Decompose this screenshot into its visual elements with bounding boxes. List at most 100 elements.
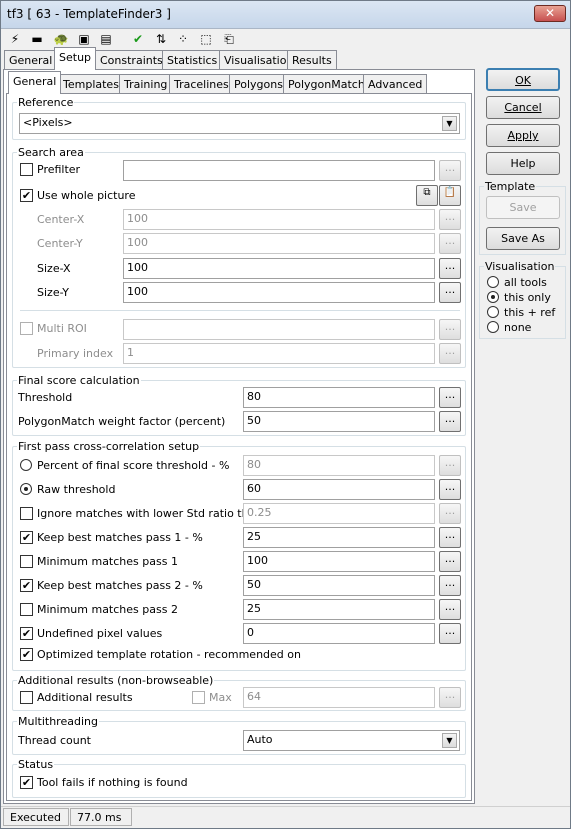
sort-icon[interactable]: ⇅ xyxy=(151,29,171,49)
cancel-button[interactable]: Cancel xyxy=(486,96,560,119)
size-x-field[interactable]: 100 xyxy=(123,258,435,279)
tab-statistics[interactable]: Statistics xyxy=(162,50,223,70)
raw-threshold-button[interactable]: ... xyxy=(439,479,461,500)
dropdown-arrow-icon: ▼ xyxy=(442,733,457,748)
min-matches-1-label: Minimum matches pass 1 xyxy=(37,555,178,568)
min-matches-1-field[interactable]: 100 xyxy=(243,551,435,572)
subtab-polygons[interactable]: Polygons xyxy=(229,74,288,94)
raw-threshold-radio[interactable] xyxy=(20,483,32,495)
prefilter-checkbox[interactable] xyxy=(20,163,33,176)
undefined-pixel-button[interactable]: ... xyxy=(439,623,461,644)
center-y-field[interactable]: 100 xyxy=(123,233,435,254)
console-icon[interactable]: ▣ xyxy=(74,29,94,49)
points-icon[interactable]: ⁘ xyxy=(173,29,193,49)
paste-icon[interactable]: 📋 xyxy=(439,185,461,206)
size-y-field[interactable]: 100 xyxy=(123,282,435,303)
keep-best-1-button[interactable]: ... xyxy=(439,527,461,548)
center-y-label: Center-Y xyxy=(37,237,83,250)
min-matches-1-checkbox[interactable] xyxy=(20,555,33,568)
center-x-label: Center-X xyxy=(37,213,85,226)
keep-best-1-checkbox[interactable]: ✔ xyxy=(20,531,33,544)
tab-constraints[interactable]: Constraints xyxy=(95,50,168,70)
roi-icon[interactable]: ⬚ xyxy=(196,29,216,49)
percent-final-field[interactable]: 80 xyxy=(243,455,435,476)
subtab-advanced[interactable]: Advanced xyxy=(363,74,428,94)
size-x-button[interactable]: ... xyxy=(439,258,461,279)
subtab-tracelines[interactable]: Tracelines xyxy=(169,74,234,94)
ignore-std-field[interactable]: 0.25 xyxy=(243,503,435,524)
divider xyxy=(20,310,460,311)
thread-count-select[interactable]: Auto ▼ xyxy=(243,730,460,751)
link-icon[interactable]: ▬ xyxy=(27,29,47,49)
vis-this-ref-label: this + ref xyxy=(504,306,556,319)
center-x-button[interactable]: ... xyxy=(439,209,461,230)
copy-icon[interactable]: ⧉ xyxy=(416,185,438,206)
thread-count-value: Auto xyxy=(247,733,273,746)
tab-general[interactable]: General xyxy=(4,50,58,70)
subtab-general[interactable]: General xyxy=(8,71,62,94)
subtab-polygonmatch[interactable]: PolygonMatch xyxy=(283,74,370,94)
prefilter-browse-button[interactable]: ... xyxy=(439,160,461,181)
multi-roi-field[interactable] xyxy=(123,319,435,340)
reference-select[interactable]: <Pixels> ▼ xyxy=(19,113,460,134)
threshold-button[interactable]: ... xyxy=(439,387,461,408)
export-icon[interactable]: ⎗ xyxy=(219,29,239,49)
additional-results-checkbox[interactable] xyxy=(20,691,33,704)
fail-if-nothing-label: Tool fails if nothing is found xyxy=(37,776,188,789)
use-whole-picture-label: Use whole picture xyxy=(37,189,136,202)
help-button[interactable]: Help xyxy=(486,152,560,175)
center-x-field[interactable]: 100 xyxy=(123,209,435,230)
multi-roi-checkbox[interactable] xyxy=(20,322,33,335)
max-field[interactable]: 64 xyxy=(243,687,435,708)
ignore-std-button[interactable]: ... xyxy=(439,503,461,524)
template-save-as-button[interactable]: Save As xyxy=(486,227,560,250)
min-matches-2-checkbox[interactable] xyxy=(20,603,33,616)
vis-none-radio[interactable] xyxy=(487,321,499,333)
prefilter-field[interactable] xyxy=(123,160,435,181)
raw-threshold-field[interactable]: 60 xyxy=(243,479,435,500)
min-matches-1-button[interactable]: ... xyxy=(439,551,461,572)
fail-if-nothing-checkbox[interactable]: ✔ xyxy=(20,776,33,789)
max-checkbox[interactable] xyxy=(192,691,205,704)
keep-best-2-button[interactable]: ... xyxy=(439,575,461,596)
keep-best-2-checkbox[interactable]: ✔ xyxy=(20,579,33,592)
turtle-icon[interactable]: 🐢 xyxy=(51,29,71,49)
keep-best-1-field[interactable]: 25 xyxy=(243,527,435,548)
percent-final-button[interactable]: ... xyxy=(439,455,461,476)
primary-index-button[interactable]: ... xyxy=(439,343,461,364)
undefined-pixel-field[interactable]: 0 xyxy=(243,623,435,644)
vis-this-only-radio[interactable] xyxy=(487,291,499,303)
min-matches-2-button[interactable]: ... xyxy=(439,599,461,620)
check-icon[interactable]: ✔ xyxy=(128,29,148,49)
vis-this-ref-radio[interactable] xyxy=(487,306,499,318)
apply-button[interactable]: Apply xyxy=(486,124,560,147)
keep-best-2-field[interactable]: 50 xyxy=(243,575,435,596)
close-button[interactable]: ✕ xyxy=(534,5,566,22)
dropdown-arrow-icon: ▼ xyxy=(442,116,457,131)
run-icon[interactable]: ⚡ xyxy=(5,29,25,49)
undefined-pixel-checkbox[interactable]: ✔ xyxy=(20,627,33,640)
threshold-field[interactable]: 80 xyxy=(243,387,435,408)
tab-results[interactable]: Results xyxy=(287,50,337,70)
tab-setup[interactable]: Setup xyxy=(54,47,97,70)
max-button[interactable]: ... xyxy=(439,687,461,708)
use-whole-picture-checkbox[interactable]: ✔ xyxy=(20,189,33,202)
ignore-std-checkbox[interactable] xyxy=(20,507,33,520)
primary-index-field[interactable]: 1 xyxy=(123,343,435,364)
subtab-training[interactable]: Training xyxy=(119,74,173,94)
percent-final-radio[interactable] xyxy=(20,459,32,471)
polygonmatch-weight-field[interactable]: 50 xyxy=(243,411,435,432)
optimized-rotation-checkbox[interactable]: ✔ xyxy=(20,648,33,661)
template-save-button[interactable]: Save xyxy=(486,196,560,219)
subtab-templates[interactable]: Templates xyxy=(58,74,124,94)
min-matches-2-field[interactable]: 25 xyxy=(243,599,435,620)
multi-roi-button[interactable]: ... xyxy=(439,319,461,340)
additional-results-label: Additional results xyxy=(37,691,133,704)
document-icon[interactable]: ▤ xyxy=(96,29,116,49)
size-y-button[interactable]: ... xyxy=(439,282,461,303)
center-y-button[interactable]: ... xyxy=(439,233,461,254)
ok-button[interactable]: OK xyxy=(486,68,560,91)
vis-all-tools-radio[interactable] xyxy=(487,276,499,288)
polygonmatch-weight-button[interactable]: ... xyxy=(439,411,461,432)
reference-value: <Pixels> xyxy=(23,116,73,129)
